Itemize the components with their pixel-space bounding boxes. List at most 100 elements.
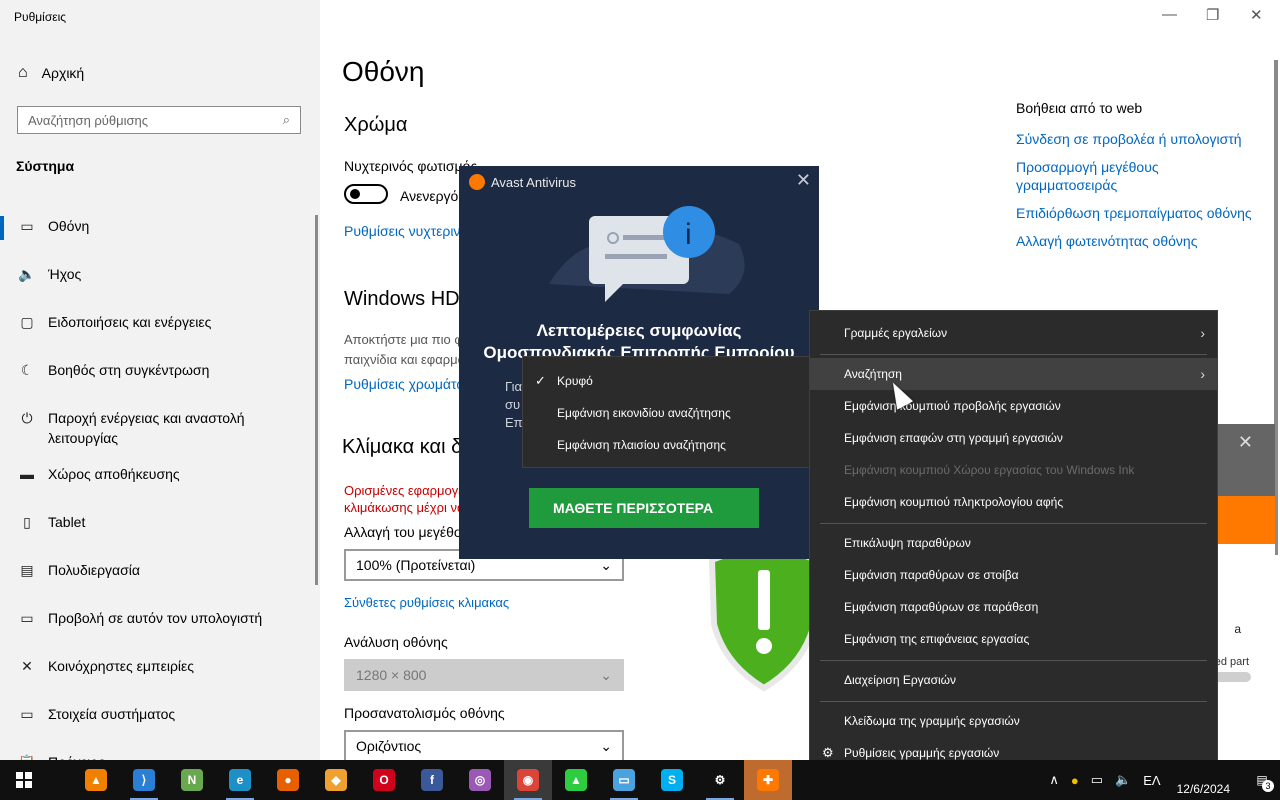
avast-icon: ✚ xyxy=(757,769,779,791)
settings-gear-icon: ⚙ xyxy=(709,769,731,791)
menu-label-touch-keyboard: Εμφάνιση κουμπιού πληκτρολογίου αφής xyxy=(844,495,1064,509)
close-icon[interactable]: ✕ xyxy=(1238,432,1253,453)
avast-headline-line-1: Λεπτομέρειες συμφωνίας xyxy=(536,321,742,340)
menu-item-toolbars[interactable]: Γραμμές εργαλείων › xyxy=(810,317,1217,349)
taskbar-button-settings-gear[interactable]: ⚙ xyxy=(696,760,744,800)
search-placeholder: Αναζήτηση ρύθμισης xyxy=(28,112,149,128)
restore-button[interactable]: ❐ xyxy=(1206,6,1219,24)
menu-item-stacked[interactable]: Εμφάνιση παραθύρων σε στοίβα xyxy=(810,559,1217,591)
clock-date[interactable]: 12/6/2024 xyxy=(1177,764,1230,796)
sidebar-item-3[interactable]: ☾ Βοηθός στη συγκέντρωση xyxy=(0,352,320,400)
sidebar-item-2[interactable]: ▢ Ειδοποιήσεις και ενέργειες xyxy=(0,304,320,352)
keyboard-layout-icon[interactable]: ΕΛ xyxy=(1143,773,1160,788)
sidebar-item-7[interactable]: ▤ Πολυδιεργασία xyxy=(0,552,320,600)
taskbar-button-brave[interactable]: ◆ xyxy=(312,760,360,800)
taskbar-button-chrome[interactable]: ◉ xyxy=(504,760,552,800)
sidebar-item-9[interactable]: ✕ Κοινόχρηστες εμπειρίες xyxy=(0,648,320,696)
help-link-brightness[interactable]: Αλλαγή φωτεινότητας οθόνης xyxy=(1016,232,1256,250)
help-link-projector[interactable]: Σύνδεση σε προβολέα ή υπολογιστή xyxy=(1016,130,1256,148)
taskbar-button-vlc[interactable]: ▲ xyxy=(72,760,120,800)
taskbar-button-affinity[interactable]: ▲ xyxy=(552,760,600,800)
taskbar-button-skype[interactable]: S xyxy=(648,760,696,800)
submenu-label-show-icon: Εμφάνιση εικονιδίου αναζήτησης xyxy=(557,406,731,420)
skype-icon: S xyxy=(661,769,683,791)
tray-app-icon[interactable]: ● xyxy=(1071,773,1079,788)
menu-item-windows-ink: Εμφάνιση κουμπιού Χώρου εργασίας του Win… xyxy=(810,454,1217,486)
menu-item-show-desktop[interactable]: Εμφάνιση της επιφάνειας εργασίας xyxy=(810,623,1217,655)
menu-separator xyxy=(820,354,1207,355)
start-button[interactable] xyxy=(0,760,48,800)
submenu-item-show-icon[interactable]: Εμφάνιση εικονιδίου αναζήτησης xyxy=(523,397,810,429)
learn-more-button[interactable]: ΜΑΘΕΤΕ ΠΕΡΙΣΣΟΤΕΡΑ xyxy=(529,488,759,528)
taskbar-button-vscode[interactable]: ⟩ xyxy=(120,760,168,800)
sidebar-item-label: Οθόνη xyxy=(48,218,90,234)
menu-item-task-view[interactable]: Εμφάνιση κουμπιού προβολής εργασιών xyxy=(810,390,1217,422)
action-center-button[interactable]: ▤ 3 xyxy=(1244,760,1280,800)
scale-value: 100% (Προτείνεται) xyxy=(356,557,476,573)
menu-label-task-view: Εμφάνιση κουμπιού προβολής εργασιών xyxy=(844,399,1061,413)
network-icon[interactable]: ▭ xyxy=(1091,772,1103,788)
taskbar-button-colorwheel[interactable]: ◎ xyxy=(456,760,504,800)
vscode-icon: ⟩ xyxy=(133,769,155,791)
windows-logo-icon xyxy=(16,772,32,788)
orientation-dropdown[interactable]: Οριζόντιος ⌄ xyxy=(344,730,624,762)
sidebar-item-label: Παροχή ενέργειας και αναστολή λειτουργία… xyxy=(48,410,245,446)
resolution-dropdown[interactable]: 1280 × 800 ⌄ xyxy=(344,659,624,691)
orientation-label: Προσανατολισμός οθόνης xyxy=(344,705,505,721)
advanced-scale-link[interactable]: Σύνθετες ρυθμίσεις κλιμακας xyxy=(344,595,509,610)
minimize-button[interactable]: — xyxy=(1162,6,1177,23)
resolution-label: Ανάλυση οθόνης xyxy=(344,634,448,650)
orientation-value: Οριζόντιος xyxy=(356,738,422,754)
sidebar-item-6[interactable]: ▯ Tablet xyxy=(0,504,320,552)
menu-label-windows-ink: Εμφάνιση κουμπιού Χώρου εργασίας του Win… xyxy=(844,463,1135,477)
menu-item-side-by-side[interactable]: Εμφάνιση παραθύρων σε παράθεση xyxy=(810,591,1217,623)
taskbar-button-edge[interactable]: e xyxy=(216,760,264,800)
taskbar-button-firefox[interactable]: ● xyxy=(264,760,312,800)
toggle-state-label: Ανενεργό xyxy=(400,188,459,204)
avast-close-button[interactable]: ✕ xyxy=(796,170,811,191)
sidebar-item-0[interactable]: ▭ Οθόνη xyxy=(0,208,320,256)
chevron-right-icon: › xyxy=(1200,325,1205,341)
menu-item-cascade[interactable]: Επικάλυψη παραθύρων xyxy=(810,527,1217,559)
sidebar-item-4[interactable]: ⏻ Παροχή ενέργειας και αναστολή λειτουργί… xyxy=(0,400,320,456)
taskbar-button-avast[interactable]: ✚ xyxy=(744,760,792,800)
menu-item-contacts[interactable]: Εμφάνιση επαφών στη γραμμή εργασιών xyxy=(810,422,1217,454)
taskbar-button-monitor-app[interactable]: ▭ xyxy=(600,760,648,800)
section-title: Σύστημα xyxy=(16,158,75,174)
night-light-toggle[interactable] xyxy=(344,184,388,204)
home-button[interactable]: ⌂ Αρχική xyxy=(18,64,84,82)
menu-item-task-manager[interactable]: Διαχείριση Εργασιών xyxy=(810,664,1217,696)
submenu-item-hidden[interactable]: ✓ Κρυφό xyxy=(523,365,810,397)
menu-separator xyxy=(820,701,1207,702)
project-icon: ▭ xyxy=(20,610,34,626)
storage-icon: ▬ xyxy=(20,466,34,482)
sidebar-item-5[interactable]: ▬ Χώρος αποθήκευσης xyxy=(0,456,320,504)
sidebar-scrollbar[interactable] xyxy=(315,215,318,585)
svg-text:i: i xyxy=(685,218,692,251)
volume-icon[interactable]: 🔈 xyxy=(1115,772,1131,788)
home-icon: ⌂ xyxy=(18,64,28,81)
submenu-item-show-box[interactable]: Εμφάνιση πλαισίου αναζήτησης xyxy=(523,429,810,461)
sidebar-item-10[interactable]: ▭ Στοιχεία συστήματος xyxy=(0,696,320,744)
menu-item-search[interactable]: Αναζήτηση › xyxy=(810,358,1217,390)
moon-icon: ☾ xyxy=(20,362,34,378)
close-window-button[interactable]: ✕ xyxy=(1250,6,1263,24)
menu-separator xyxy=(820,523,1207,524)
taskbar-button-opera[interactable]: O xyxy=(360,760,408,800)
components-icon: ▭ xyxy=(20,706,34,722)
facebook-icon: f xyxy=(421,769,443,791)
settings-search-input[interactable]: Αναζήτηση ρύθμισης ⌕ xyxy=(17,106,301,134)
chevron-up-icon[interactable]: ∧ xyxy=(1049,772,1059,788)
sidebar-item-8[interactable]: ▭ Προβολή σε αυτόν τον υπολογιστή xyxy=(0,600,320,648)
monitor-icon: ▭ xyxy=(20,218,34,234)
taskbar-button-facebook[interactable]: f xyxy=(408,760,456,800)
menu-item-lock-taskbar[interactable]: Κλείδωμα της γραμμής εργασιών xyxy=(810,705,1217,737)
help-link-font-size[interactable]: Προσαρμογή μεγέθους γραμματοσειράς xyxy=(1016,158,1256,194)
menu-item-touch-keyboard[interactable]: Εμφάνιση κουμπιού πληκτρολογίου αφής xyxy=(810,486,1217,518)
colorwheel-icon: ◎ xyxy=(469,769,491,791)
night-light-label: Νυχτερινός φωτισμός xyxy=(344,158,478,174)
help-link-flicker[interactable]: Επιδιόρθωση τρεμοπαίγματος οθόνης xyxy=(1016,204,1256,222)
share-icon: ✕ xyxy=(21,658,33,674)
sidebar-item-1[interactable]: 🔈 Ήχος xyxy=(0,256,320,304)
taskbar-button-notepadpp[interactable]: N xyxy=(168,760,216,800)
